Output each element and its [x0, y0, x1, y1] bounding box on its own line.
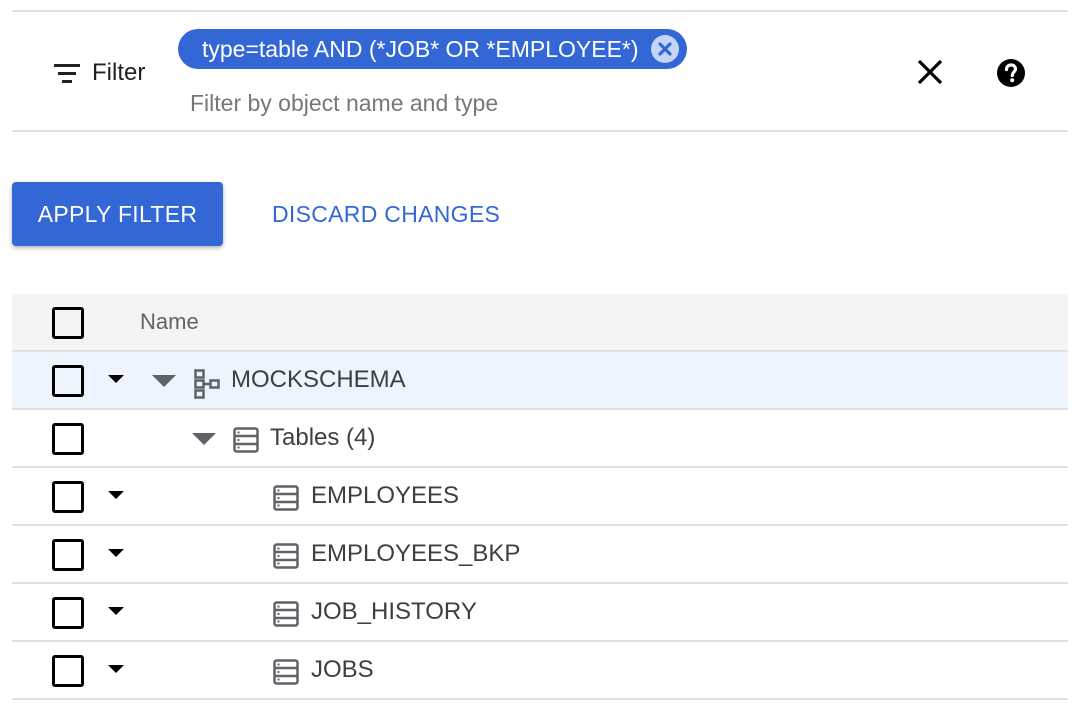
row-name: MOCKSCHEMA — [231, 366, 406, 393]
select-all-checkbox[interactable] — [52, 307, 84, 339]
table-row[interactable]: JOB_HISTORY — [12, 584, 1068, 642]
apply-filter-button[interactable]: APPLY FILTER — [12, 182, 223, 246]
filter-label-text: Filter — [92, 59, 146, 86]
filter-chip-text: type=table AND (*JOB* OR *EMPLOYEE*) — [202, 35, 639, 62]
chip-remove-button[interactable] — [650, 35, 679, 63]
table-header: Name — [12, 294, 1068, 352]
row-checkbox[interactable] — [52, 597, 84, 629]
row-name: Tables (4) — [270, 424, 376, 451]
schema-icon — [194, 369, 220, 399]
cancel-icon — [657, 42, 672, 56]
table-row[interactable]: EMPLOYEES — [12, 468, 1068, 526]
discard-changes-button[interactable]: DISCARD CHANGES — [262, 182, 510, 246]
table-icon — [233, 427, 259, 453]
close-icon — [917, 59, 943, 85]
row-menu-dropdown-icon[interactable] — [108, 607, 124, 617]
filter-input[interactable]: Filter by object name and type — [190, 90, 498, 117]
table-row[interactable]: Tables (4) — [12, 410, 1068, 468]
column-header-name[interactable]: Name — [140, 309, 199, 335]
table-icon — [273, 543, 299, 569]
row-name: JOBS — [311, 656, 374, 683]
table-icon — [273, 485, 299, 511]
table-icon — [273, 659, 299, 685]
row-menu-dropdown-icon[interactable] — [108, 491, 124, 501]
filter-label: Filter — [54, 59, 145, 87]
filter-chip[interactable]: type=table AND (*JOB* OR *EMPLOYEE*) — [178, 29, 687, 69]
filter-list-icon — [54, 64, 80, 83]
expand-caret-icon[interactable] — [192, 433, 216, 445]
row-checkbox[interactable] — [52, 655, 84, 687]
row-checkbox[interactable] — [52, 539, 84, 571]
row-name: EMPLOYEES — [311, 482, 460, 509]
table-row[interactable]: MOCKSCHEMA — [12, 352, 1068, 410]
row-name: JOB_HISTORY — [311, 598, 477, 625]
row-menu-dropdown-icon[interactable] — [108, 549, 124, 559]
table-icon — [273, 601, 299, 627]
table-row[interactable]: JOBS — [12, 642, 1068, 700]
help-circle-icon — [997, 59, 1025, 87]
filter-bar: Filter type=table AND (*JOB* OR *EMPLOYE… — [12, 10, 1068, 132]
row-name: EMPLOYEES_BKP — [311, 540, 521, 567]
table-row[interactable]: EMPLOYEES_BKP — [12, 526, 1068, 584]
expand-caret-icon[interactable] — [152, 375, 176, 387]
row-checkbox[interactable] — [52, 481, 84, 513]
row-menu-dropdown-icon[interactable] — [108, 665, 124, 675]
row-checkbox[interactable] — [52, 423, 84, 455]
row-checkbox[interactable] — [52, 365, 84, 397]
close-button[interactable] — [916, 58, 944, 91]
help-button[interactable] — [996, 58, 1026, 93]
object-table: Name MOCKSCHEMA Tables (4) EMPLOYEES EMP… — [12, 294, 1068, 700]
row-menu-dropdown-icon[interactable] — [108, 375, 124, 385]
